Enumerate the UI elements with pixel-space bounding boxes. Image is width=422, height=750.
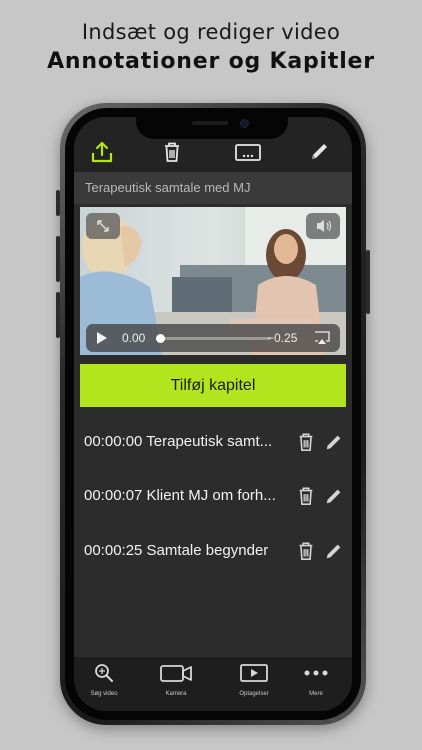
promo-line2: Annotationer og Kapitler [47,49,375,74]
trash-icon[interactable] [161,141,183,168]
pencil-icon[interactable] [324,486,344,511]
volume-up-button [56,236,60,282]
chapter-label: 00:00:07 Klient MJ om forh... [84,487,276,504]
tab-search-video[interactable]: Søg video [74,663,134,697]
recordings-icon [239,664,269,687]
more-icon [301,670,331,687]
pencil-icon[interactable] [308,141,330,168]
tab-recordings[interactable]: Optagelser [224,663,284,697]
airplay-icon[interactable] [314,331,330,350]
bottom-tab-bar: Søg video Kamera Optagelser Mere [74,657,352,711]
camera-icon [159,665,193,687]
chapter-row[interactable]: 00:00:07 Klient MJ om forh... [74,477,352,517]
chapter-label: 00:00:25 Samtale begynder [84,542,269,559]
scrub-bar[interactable] [159,337,271,340]
share-icon[interactable] [90,141,114,168]
phone-notch [136,113,288,139]
promo-line1: Indsæt og rediger video [81,20,341,44]
volume-icon [317,220,332,232]
pencil-icon[interactable] [324,541,344,566]
current-time: 0.00 [122,331,146,345]
volume-down-button [56,292,60,338]
chapter-row[interactable]: 00:00:25 Samtale begynder [74,532,352,572]
front-camera-icon [240,119,249,128]
pencil-icon[interactable] [324,432,344,457]
tab-camera[interactable]: Kamera [146,663,206,697]
add-chapter-button[interactable]: Tilføj kapitel [80,364,346,407]
scrub-handle[interactable] [156,334,165,343]
mute-switch [56,190,60,216]
volume-button[interactable] [306,213,340,239]
tab-label: Søg video [90,691,118,697]
expand-icon [97,220,109,232]
trash-icon[interactable] [296,432,316,457]
tab-label: Optagelser [239,691,269,697]
chapter-label: 00:00:00 Terapeutisk samt... [84,433,273,450]
tab-label: Kamera [165,691,187,697]
playback-controls: 0.00 −0.25 [86,324,340,352]
trash-icon[interactable] [296,486,316,511]
video-title: Terapeutisk samtale med MJ [74,172,352,204]
power-button [366,250,370,314]
search-icon [93,664,115,687]
play-icon[interactable] [96,331,108,350]
tab-label: Mere [309,691,323,697]
tab-more[interactable]: Mere [286,663,346,697]
app-screen: Terapeutisk samtale med MJ 0.00 −0.25 Ti… [74,117,352,711]
trash-icon[interactable] [296,541,316,566]
chapter-row[interactable]: 00:00:00 Terapeutisk samt... [74,423,352,463]
subtitle-icon[interactable] [234,141,262,168]
remaining-time: −0.25 [267,331,298,345]
fullscreen-button[interactable] [86,213,120,239]
video-player[interactable]: 0.00 −0.25 [80,207,346,355]
